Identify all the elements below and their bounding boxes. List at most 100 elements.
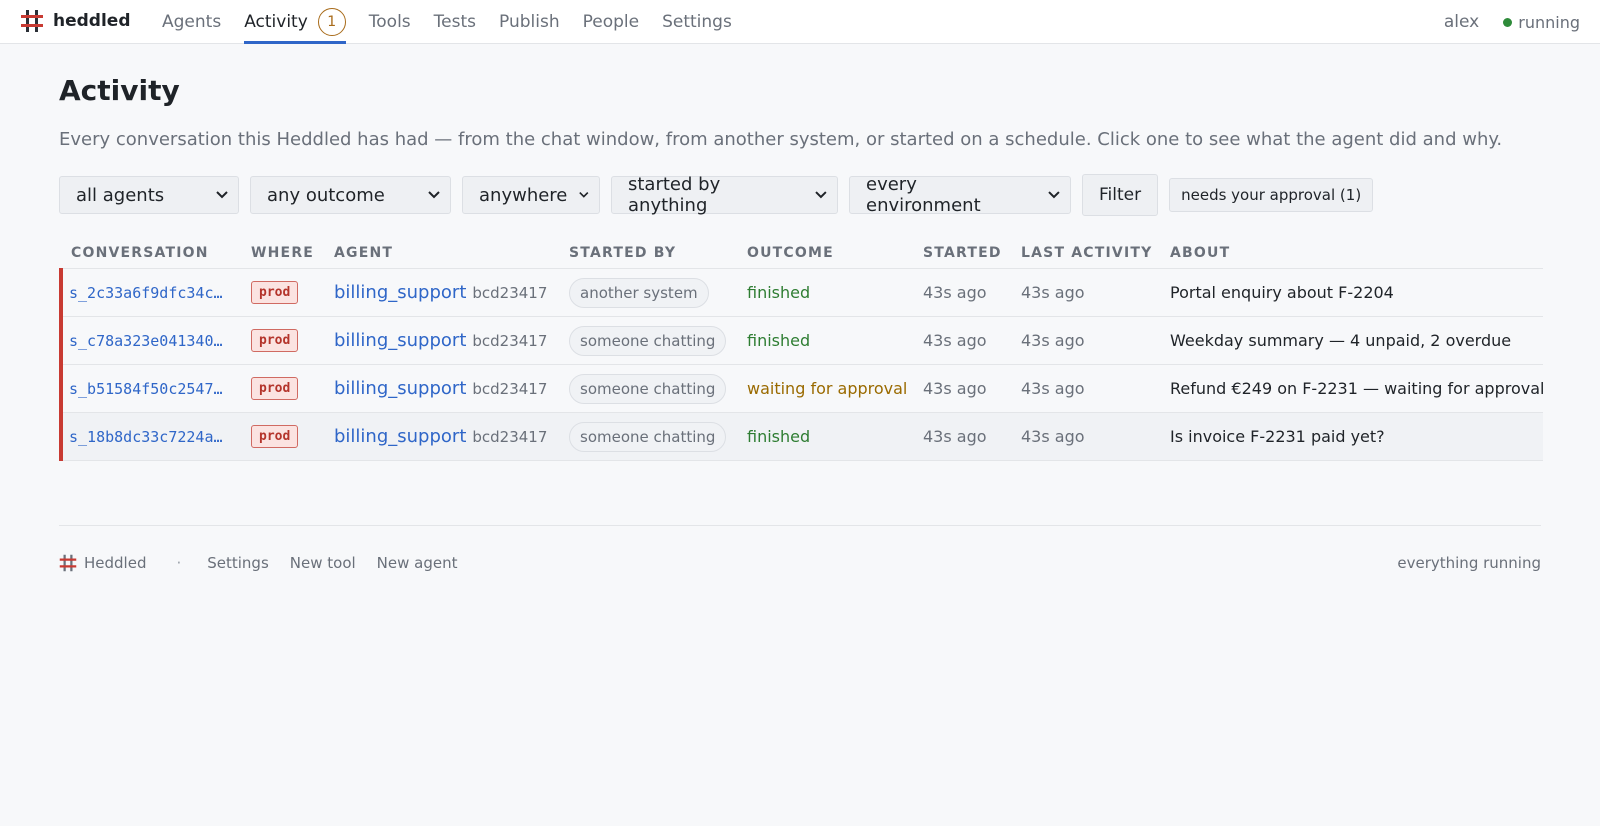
- main-content: Activity Every conversation this Heddled…: [59, 44, 1543, 461]
- footer-status: everything running: [1397, 554, 1541, 572]
- table-row[interactable]: s_18b8dc33c7224a… prod billing_support bc…: [59, 412, 1543, 461]
- chevron-down-icon: [815, 191, 827, 199]
- column-header: CONVERSATION: [61, 238, 241, 269]
- agent-version: bcd23417: [472, 380, 548, 398]
- user-name[interactable]: alex: [1444, 12, 1479, 32]
- agent-cell: billing_support bcd23417: [324, 268, 559, 317]
- filter-button[interactable]: Filter: [1082, 174, 1159, 216]
- nav-item-agents[interactable]: Agents: [162, 0, 221, 44]
- column-header: WHERE: [241, 238, 324, 269]
- heddled-logo-icon: [59, 554, 77, 572]
- where-cell: prod: [241, 268, 324, 317]
- filter-bar: all agents any outcome anywhere started …: [59, 174, 1541, 216]
- footer-link-settings[interactable]: Settings: [207, 554, 269, 572]
- about-cell: Portal enquiry about F-2204: [1160, 268, 1543, 317]
- agent-cell: billing_support bcd23417: [324, 316, 559, 365]
- where-filter-select[interactable]: anywhere: [462, 176, 600, 214]
- agent-link[interactable]: billing_support: [334, 330, 466, 351]
- last-activity-cell: 43s ago: [1011, 268, 1160, 317]
- about-cell: Is invoice F-2231 paid yet?: [1160, 412, 1543, 461]
- heddled-logo-icon: [21, 10, 43, 32]
- column-header: STARTED: [913, 238, 1011, 269]
- outcome-filter-select[interactable]: any outcome: [250, 176, 451, 214]
- started-by-pill: someone chatting: [569, 421, 727, 452]
- environment-badge: prod: [251, 377, 299, 400]
- conversation-id-link[interactable]: s_b51584f50c2547…: [59, 364, 241, 413]
- started-by-cell: someone chatting: [559, 364, 737, 413]
- environment-badge: prod: [251, 425, 299, 448]
- system-status: running: [1518, 12, 1580, 32]
- nav-label: Agents: [162, 12, 222, 32]
- nav-item-publish[interactable]: Publish: [499, 0, 560, 44]
- table-header-row: CONVERSATION WHERE AGENT STARTED BY OUTC…: [61, 238, 1543, 269]
- environment-badge: prod: [251, 281, 299, 304]
- where-cell: prod: [241, 412, 324, 461]
- nav-label: People: [582, 12, 640, 32]
- select-value: any outcome: [267, 184, 385, 206]
- nav-label: Tools: [368, 12, 411, 32]
- column-header: STARTED BY: [559, 238, 737, 269]
- column-header: AGENT: [324, 238, 559, 269]
- footer: Heddled · Settings New tool New agent ev…: [59, 525, 1541, 586]
- table-row[interactable]: s_b51584f50c2547… prod billing_support bc…: [59, 364, 1543, 413]
- started-cell: 43s ago: [913, 412, 1011, 461]
- nav-right: alex running: [1444, 0, 1580, 44]
- conversation-id-link[interactable]: s_2c33a6f9dfc34c…: [59, 268, 241, 317]
- needs-approval-button[interactable]: needs your approval (1): [1169, 178, 1374, 212]
- nav-label: Settings: [662, 12, 732, 32]
- select-value: started by anything: [628, 174, 721, 216]
- outcome-cell: finished: [737, 268, 913, 317]
- select-value: every environment: [866, 174, 981, 216]
- started-by-filter-select[interactable]: started by anything: [611, 174, 838, 216]
- agent-version: bcd23417: [472, 332, 548, 350]
- select-value: all agents: [76, 184, 165, 206]
- nav-label: Publish: [499, 12, 560, 32]
- started-by-cell: another system: [559, 268, 737, 317]
- status-dot-icon: [1503, 17, 1513, 27]
- outcome-cell: finished: [737, 316, 913, 365]
- about-cell: Refund €249 on F-2231 — waiting for appr…: [1160, 364, 1543, 413]
- started-by-pill: someone chatting: [569, 373, 727, 404]
- top-nav: heddled Agents Activity 1 Tools Tests Pu…: [0, 0, 1600, 44]
- select-value: anywhere: [479, 184, 568, 206]
- footer-link-new-agent[interactable]: New agent: [377, 554, 458, 572]
- agent-link[interactable]: billing_support: [334, 282, 466, 303]
- agent-cell: billing_support bcd23417: [324, 364, 559, 413]
- nav-item-settings[interactable]: Settings: [662, 0, 732, 44]
- nav-item-tools[interactable]: Tools: [369, 0, 411, 44]
- started-cell: 43s ago: [913, 316, 1011, 365]
- chevron-down-icon: [428, 191, 440, 199]
- activity-table: CONVERSATION WHERE AGENT STARTED BY OUTC…: [59, 238, 1543, 461]
- agent-link[interactable]: billing_support: [334, 378, 466, 399]
- table-row[interactable]: s_2c33a6f9dfc34c… prod billing_support bc…: [59, 268, 1543, 317]
- last-activity-cell: 43s ago: [1011, 412, 1160, 461]
- footer-link-new-tool[interactable]: New tool: [290, 554, 356, 572]
- table-row[interactable]: s_c78a323e041340… prod billing_support bc…: [59, 316, 1543, 365]
- agent-link[interactable]: billing_support: [334, 426, 466, 447]
- column-header: ABOUT: [1160, 238, 1543, 269]
- agent-filter-select[interactable]: all agents: [59, 176, 239, 214]
- column-header: OUTCOME: [737, 238, 913, 269]
- footer-separator: ·: [176, 554, 182, 572]
- brand[interactable]: heddled: [20, 9, 131, 33]
- nav-label: Tests: [433, 12, 476, 32]
- footer-left: Heddled · Settings New tool New agent: [59, 554, 479, 572]
- brand-name: heddled: [53, 11, 131, 31]
- agent-version: bcd23417: [472, 284, 548, 302]
- conversation-id-link[interactable]: s_c78a323e041340…: [59, 316, 241, 365]
- column-header: LAST ACTIVITY: [1011, 238, 1160, 269]
- last-activity-cell: 43s ago: [1011, 364, 1160, 413]
- environment-badge: prod: [251, 329, 299, 352]
- chevron-down-icon: [1048, 191, 1060, 199]
- started-by-cell: someone chatting: [559, 412, 737, 461]
- agent-cell: billing_support bcd23417: [324, 412, 559, 461]
- nav-item-activity[interactable]: Activity 1: [244, 0, 346, 44]
- chevron-down-icon: [579, 192, 589, 198]
- nav-item-tests[interactable]: Tests: [434, 0, 476, 44]
- started-by-pill: someone chatting: [569, 325, 727, 356]
- last-activity-cell: 43s ago: [1011, 316, 1160, 365]
- environment-filter-select[interactable]: every environment: [849, 174, 1071, 216]
- nav-item-people[interactable]: People: [583, 0, 639, 44]
- conversation-id-link[interactable]: s_18b8dc33c7224a…: [59, 412, 241, 461]
- agent-version: bcd23417: [472, 428, 548, 446]
